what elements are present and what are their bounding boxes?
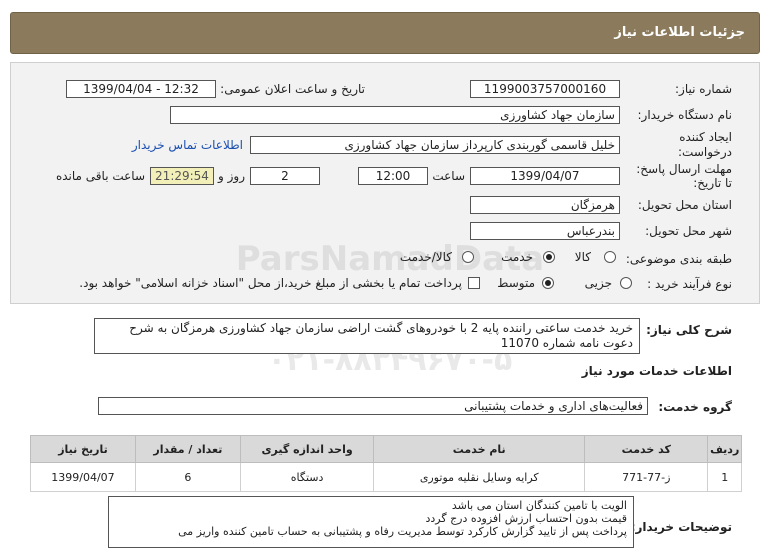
creator-label-2: درخواست:: [678, 145, 732, 159]
deadline-time-field: 12:00: [358, 167, 428, 185]
announce-label: تاریخ و ساعت اعلان عمومی:: [220, 82, 365, 96]
cell-code: ز-77-771: [584, 462, 709, 492]
services-table: ردیف کد خدمت نام خدمت واحد اندازه گیری ت…: [30, 435, 742, 492]
description-field: خرید خدمت ساعتی راننده پایه 2 با خودروها…: [94, 318, 640, 354]
process-radio-medium[interactable]: [542, 277, 554, 289]
creator-field: خلیل قاسمی گوربندی کارپرداز سازمان جهاد …: [250, 136, 620, 154]
col-unit: واحد اندازه گیری: [239, 435, 375, 463]
cell-qty: 6: [134, 462, 241, 492]
city-field: بندرعباس: [470, 222, 620, 240]
notes-line-1: الویت با تامین کنندگان استان می باشد: [451, 499, 627, 512]
services-section-title: اطلاعات خدمات مورد نیاز: [581, 364, 732, 378]
province-label: استان محل تحویل:: [637, 198, 732, 212]
remaining-time-field: 21:29:54: [150, 167, 214, 185]
need-number-field: 1199003757000160: [470, 80, 620, 98]
service-group-field: فعالیت‌های اداری و خدمات پشتیبانی: [98, 397, 648, 415]
category-radio-goods-service[interactable]: [462, 251, 474, 263]
deadline-label-1: مهلت ارسال پاسخ:: [636, 162, 732, 176]
col-qty: تعداد / مقدار: [134, 435, 241, 463]
cell-name: کرایه وسایل نقلیه موتوری: [373, 462, 586, 492]
description-label: شرح کلی نیاز:: [646, 323, 732, 337]
buyer-contact-link[interactable]: اطلاعات تماس خریدار: [132, 138, 243, 152]
city-label: شهر محل تحویل:: [645, 224, 732, 238]
deadline-label-2: تا تاریخ:: [693, 176, 732, 190]
cell-unit: دستگاه: [239, 462, 375, 492]
days-label: روز و: [218, 169, 245, 183]
col-date: تاریخ نیاز: [30, 435, 136, 463]
buyer-org-label: نام دستگاه خریدار:: [637, 108, 733, 122]
page-header: جزئیات اطلاعات نیاز: [10, 12, 760, 54]
col-code: کد خدمت: [584, 435, 709, 463]
category-option-goods-service: کالا/خدمت: [399, 250, 452, 264]
days-field: 2: [250, 167, 320, 185]
treasury-payment-note: پرداخت تمام یا بخشی از مبلغ خرید،از محل …: [79, 276, 462, 290]
table-row: 1 ز-77-771 کرایه وسایل نقلیه موتوری دستگ…: [30, 462, 742, 492]
category-radio-service[interactable]: [543, 251, 555, 263]
province-field: هرمزگان: [470, 196, 620, 214]
category-option-service: خدمت: [501, 250, 533, 264]
page-title: جزئیات اطلاعات نیاز: [614, 25, 745, 40]
notes-line-2: قیمت بدون احتساب ارزش افزوده درج گردد: [425, 512, 627, 525]
deadline-time-label: ساعت: [432, 169, 465, 183]
category-option-goods: کالا: [574, 250, 591, 264]
announce-field: 1399/04/04 - 12:32: [66, 80, 216, 98]
process-option-medium: متوسط: [497, 276, 535, 290]
remaining-label: ساعت باقی مانده: [55, 169, 145, 183]
treasury-payment-checkbox[interactable]: [468, 277, 480, 289]
buyer-notes-box[interactable]: الویت با تامین کنندگان استان می باشد قیم…: [108, 496, 634, 548]
process-label: نوع فرآیند خرید :: [647, 277, 732, 291]
col-row: ردیف: [707, 435, 742, 463]
services-table-header: ردیف کد خدمت نام خدمت واحد اندازه گیری ت…: [30, 435, 742, 463]
buyer-org-field: سازمان جهاد کشاورزی: [170, 106, 620, 124]
col-name: نام خدمت: [373, 435, 586, 463]
cell-row: 1: [707, 462, 742, 492]
process-option-minor: جزیی: [584, 276, 612, 290]
category-label: طبقه بندی موضوعی:: [625, 252, 732, 266]
category-radio-goods[interactable]: [604, 251, 616, 263]
process-radio-minor[interactable]: [620, 277, 632, 289]
buyer-notes-label: توضیحات خریدار:: [630, 520, 732, 534]
cell-date: 1399/04/07: [30, 462, 136, 492]
service-group-label: گروه خدمت:: [658, 400, 732, 414]
notes-line-3: پرداخت پس از تایید گزارش کارکرد توسط مدی…: [178, 525, 627, 538]
need-number-label: شماره نیاز:: [675, 82, 732, 96]
creator-label-1: ایجاد کننده: [679, 130, 732, 144]
deadline-date-field: 1399/04/07: [470, 167, 620, 185]
